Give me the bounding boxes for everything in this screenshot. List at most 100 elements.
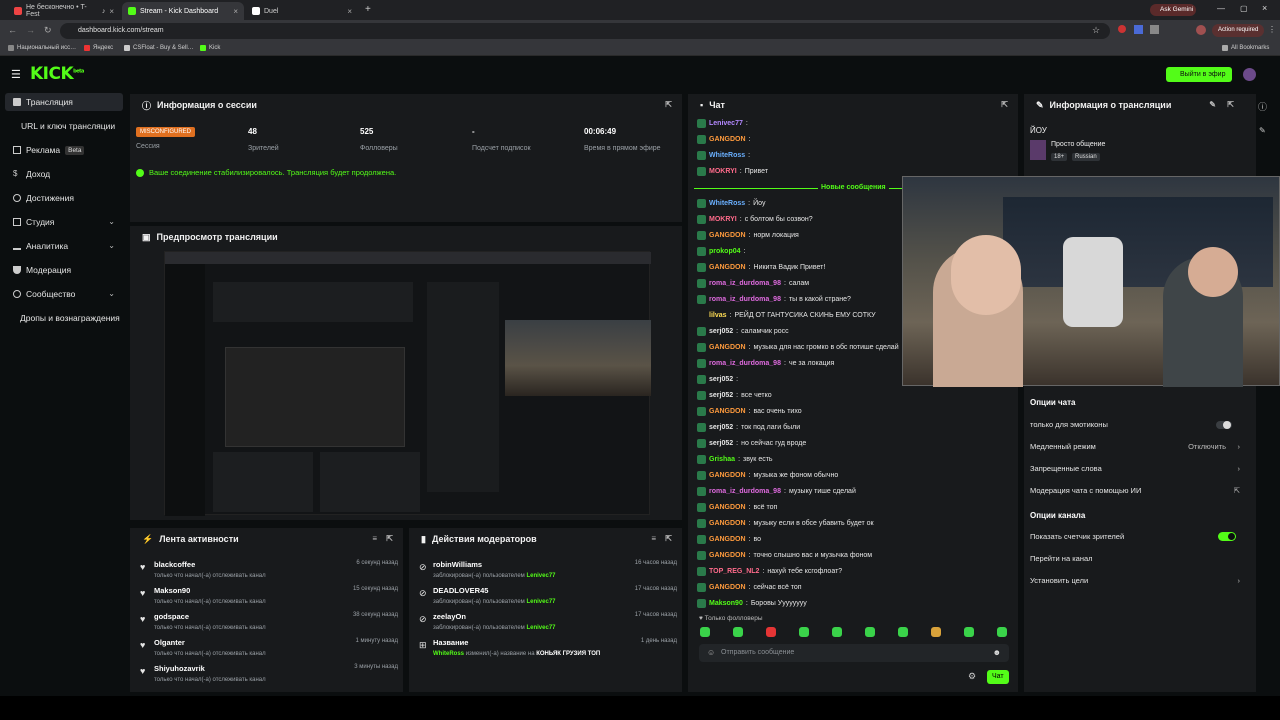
browser-tab[interactable]: Не бесконечно • T-Fest ♪ × — [8, 2, 120, 20]
chat-username[interactable]: prokop04 — [709, 248, 741, 255]
chat-username[interactable]: roma_iz_durdoma_98 — [709, 296, 781, 303]
chat-username[interactable]: MOKRYI — [709, 168, 737, 175]
preview-video[interactable] — [164, 251, 651, 516]
go-live-button[interactable]: Выйти в эфир — [1166, 67, 1232, 82]
sidebar-item-ads[interactable]: Реклама Beta — [5, 141, 123, 159]
emote-icon[interactable] — [931, 627, 941, 637]
bookmark-item[interactable]: Kick — [200, 45, 220, 51]
chat-username[interactable]: GANGDON — [709, 472, 746, 479]
chat-username[interactable]: GANGDON — [709, 504, 746, 511]
emote-icon[interactable] — [997, 627, 1007, 637]
chat-username[interactable]: Makson90 — [709, 600, 743, 607]
chat-username[interactable]: roma_iz_durdoma_98 — [709, 280, 781, 287]
option-go-to-channel[interactable]: Перейти на канал — [1030, 554, 1240, 563]
edit-icon[interactable]: ✎ — [1259, 126, 1266, 135]
profile-avatar[interactable] — [1243, 68, 1256, 81]
window-close-button[interactable]: × — [1262, 3, 1267, 13]
option-set-goals[interactable]: Установить цели › — [1030, 576, 1240, 585]
popout-icon[interactable]: ⇱ — [1001, 100, 1008, 109]
chat-username[interactable]: roma_iz_durdoma_98 — [709, 360, 781, 367]
chat-username[interactable]: serj052 — [709, 440, 733, 447]
chat-username[interactable]: serj052 — [709, 392, 733, 399]
chat-username[interactable]: MOKRYI — [709, 216, 737, 223]
emote-picker-icon[interactable]: ☻ — [993, 648, 1001, 657]
emoji-icon[interactable]: ☺ — [707, 648, 715, 657]
chat-username[interactable]: GANGDON — [709, 264, 746, 271]
webcam-overlay[interactable] — [902, 176, 1280, 387]
avatar[interactable] — [1196, 25, 1206, 35]
popout-icon[interactable]: ⇱ — [665, 534, 672, 543]
emote-icon[interactable] — [799, 627, 809, 637]
sidebar-item-url-key[interactable]: URL и ключ трансляции — [5, 117, 123, 135]
chat-username[interactable]: roma_iz_durdoma_98 — [709, 488, 781, 495]
chat-username[interactable]: GANGDON — [709, 552, 746, 559]
back-icon[interactable]: ← — [8, 25, 17, 35]
option-emotes-only[interactable]: только для эмотиконы — [1030, 420, 1240, 429]
chat-username[interactable]: Lenivec77 — [709, 120, 743, 127]
sidebar-item-achievements[interactable]: Достижения — [5, 189, 123, 207]
action-required-button[interactable]: Action required — [1212, 24, 1264, 37]
chat-username[interactable]: serj052 — [709, 376, 733, 383]
new-tab-button[interactable]: + — [365, 4, 371, 15]
popout-icon[interactable]: ⇱ — [386, 534, 393, 543]
chat-username[interactable]: GANGDON — [709, 536, 746, 543]
chat-username[interactable]: GANGDON — [709, 584, 746, 591]
emote-icon[interactable] — [832, 627, 842, 637]
option-banned-words[interactable]: Запрещенные слова › — [1030, 464, 1240, 473]
browser-tab-active[interactable]: Stream - Kick Dashboard × — [122, 2, 244, 20]
reload-icon[interactable]: ↻ — [44, 25, 52, 36]
kick-logo[interactable]: KICKbeta — [30, 64, 84, 84]
extension-icon[interactable] — [1150, 25, 1159, 34]
toggle-switch[interactable] — [1218, 532, 1236, 541]
hamburger-menu-icon[interactable]: ☰ — [11, 68, 21, 81]
emote-icon[interactable] — [700, 627, 710, 637]
chat-username[interactable]: GANGDON — [709, 232, 746, 239]
popout-icon[interactable]: ⇱ — [1227, 100, 1234, 109]
close-icon[interactable]: × — [233, 7, 238, 16]
extension-icon[interactable] — [1118, 25, 1126, 33]
edit-icon[interactable]: ✎ — [1209, 100, 1216, 109]
toggle-switch[interactable] — [1216, 421, 1232, 429]
chat-username[interactable]: TOP_REG_NL2 — [709, 568, 759, 575]
close-icon[interactable]: × — [347, 7, 352, 16]
maximize-button[interactable]: ▢ — [1240, 4, 1248, 13]
filter-icon[interactable]: ≡ — [651, 534, 656, 543]
audio-icon[interactable]: ♪ — [102, 8, 106, 15]
option-viewer-counter[interactable]: Показать счетчик зрителей — [1030, 532, 1240, 541]
chat-input[interactable]: ☺ Отправить сообщение ☻ — [699, 644, 1009, 662]
emote-icon[interactable] — [964, 627, 974, 637]
chat-username[interactable]: lilvas — [709, 312, 727, 319]
bookmark-item[interactable]: CSFloat - Buy & Sell… — [124, 45, 194, 51]
close-icon[interactable]: × — [109, 7, 114, 16]
bookmark-star-icon[interactable]: ☆ — [1092, 25, 1100, 36]
info-icon[interactable]: ⓘ — [1258, 100, 1267, 113]
emote-icon[interactable] — [733, 627, 743, 637]
bookmark-item[interactable]: Национальный исс… — [8, 45, 76, 51]
option-ai-moderation[interactable]: Модерация чата с помощью ИИ ⇱ — [1030, 486, 1240, 495]
extension-icon[interactable] — [1134, 25, 1143, 34]
filter-icon[interactable]: ≡ — [372, 534, 377, 543]
sidebar-item-stream[interactable]: Трансляция — [5, 93, 123, 111]
chat-username[interactable]: WhiteRoss — [709, 152, 745, 159]
sidebar-item-community[interactable]: Сообщество ⌄ — [5, 285, 123, 303]
address-bar[interactable]: dashboard.kick.com/stream — [60, 23, 1110, 39]
chat-username[interactable]: GANGDON — [709, 408, 746, 415]
forward-icon[interactable]: → — [26, 25, 35, 35]
sidebar-item-income[interactable]: $ Доход — [5, 165, 123, 183]
sidebar-item-moderation[interactable]: Модерация — [5, 261, 123, 279]
emote-icon[interactable] — [766, 627, 776, 637]
sidebar-item-studio[interactable]: Студия ⌄ — [5, 213, 123, 231]
option-slow-mode[interactable]: Медленный режим Отключить › — [1030, 442, 1240, 451]
sidebar-item-analytics[interactable]: Аналитика ⌄ — [5, 237, 123, 255]
chat-username[interactable]: WhiteRoss — [709, 200, 745, 207]
popout-icon[interactable]: ⇱ — [665, 100, 672, 109]
browser-tab[interactable]: Duel × — [246, 2, 358, 20]
chat-username[interactable]: serj052 — [709, 328, 733, 335]
chat-username[interactable]: Grishaa — [709, 456, 735, 463]
emote-icon[interactable] — [898, 627, 908, 637]
emote-icon[interactable] — [865, 627, 875, 637]
all-bookmarks-button[interactable]: All Bookmarks — [1222, 45, 1269, 51]
menu-icon[interactable]: ⋮ — [1268, 25, 1276, 34]
chat-username[interactable]: GANGDON — [709, 136, 746, 143]
chat-username[interactable]: GANGDON — [709, 520, 746, 527]
